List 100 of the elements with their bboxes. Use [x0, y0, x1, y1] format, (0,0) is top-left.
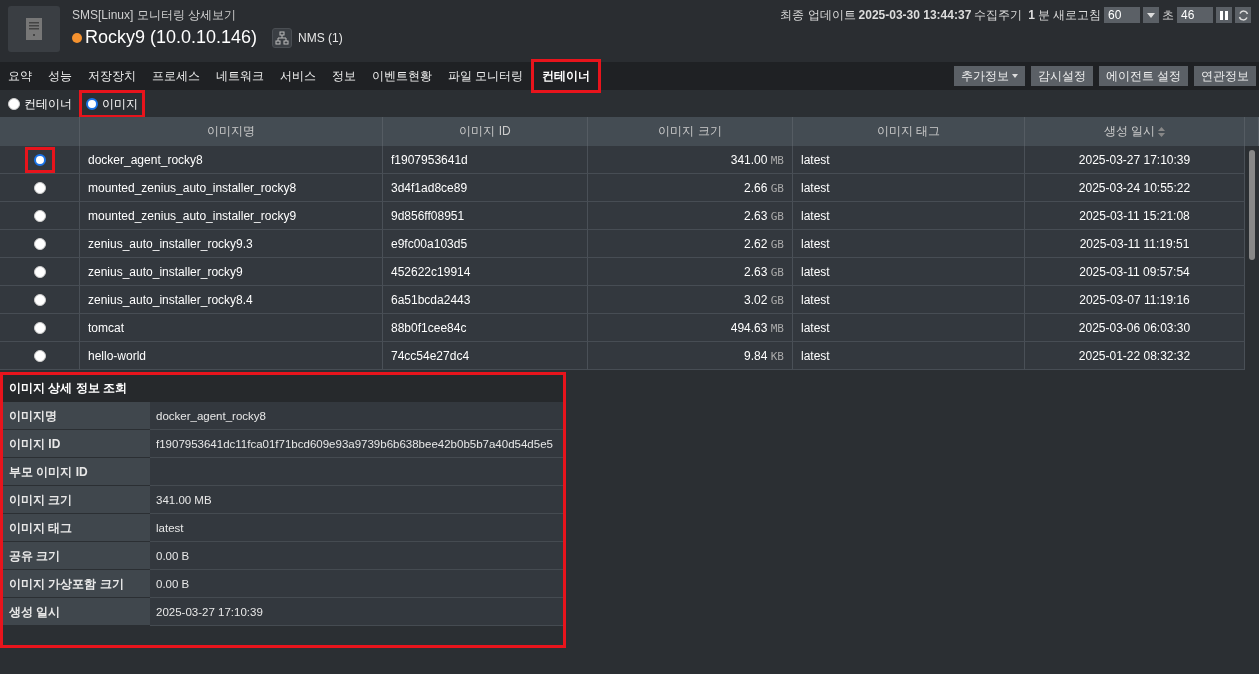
- size-value: 2.62: [744, 237, 768, 251]
- size-unit: KB: [770, 350, 784, 363]
- header-cell: [1245, 117, 1259, 146]
- cycle-unit: 분: [1038, 7, 1050, 24]
- size-unit: GB: [770, 238, 784, 251]
- toolbar-button[interactable]: 감시설정: [1030, 66, 1093, 86]
- size-unit: GB: [770, 210, 784, 223]
- table-cell: latest: [793, 202, 1025, 230]
- table-cell: latest: [793, 230, 1025, 258]
- row-radio[interactable]: [33, 153, 46, 166]
- cycle-value: 1: [1028, 7, 1035, 24]
- refresh-select[interactable]: 60: [1104, 7, 1140, 23]
- pause-icon[interactable]: [1216, 7, 1232, 23]
- toolbar-button[interactable]: 연관정보: [1194, 66, 1256, 86]
- sort-icon[interactable]: [1158, 124, 1166, 138]
- tab[interactable]: 서비스: [272, 62, 324, 90]
- tab[interactable]: 파일 모니터링: [440, 62, 532, 90]
- table-cell: hello-world: [80, 342, 383, 370]
- row-radio[interactable]: [33, 265, 46, 278]
- field-value: 0.00 B: [150, 570, 563, 598]
- column-header[interactable]: 생성 일시: [1025, 117, 1245, 146]
- field-label: 공유 크기: [3, 542, 150, 570]
- tab[interactable]: 성능: [40, 62, 80, 90]
- column-header[interactable]: 이미지명: [80, 117, 383, 146]
- column-header[interactable]: 이미지 ID: [383, 117, 588, 146]
- update-time: 2025-03-30 13:44:37: [858, 7, 972, 24]
- table-cell: 2025-01-22 08:32:32: [1025, 342, 1245, 370]
- size-value: 9.84: [744, 349, 768, 363]
- field-value: f1907953641dc11fca01f71bcd609e93a9739b6b638bee42b0b5b7a40d54d5e5: [150, 430, 563, 458]
- field-label: 이미지명: [3, 402, 150, 430]
- seconds-label: 초: [1162, 7, 1174, 24]
- table-cell: 9d856ff08951: [383, 202, 588, 230]
- tab[interactable]: 네트워크: [208, 62, 272, 90]
- table-cell: latest: [793, 258, 1025, 286]
- field-value: 341.00 MB: [150, 486, 563, 514]
- size-value: 2.63: [744, 209, 768, 223]
- table-cell: mounted_zenius_auto_installer_rocky9: [80, 202, 383, 230]
- row-radio[interactable]: [33, 321, 46, 334]
- cycle-label: 수집주기: [974, 7, 1023, 24]
- server-icon: [8, 6, 60, 52]
- table-cell: zenius_auto_installer_rocky9.3: [80, 230, 383, 258]
- table-cell: 2025-03-24 10:55:22: [1025, 174, 1245, 202]
- table-cell: f1907953641d: [383, 146, 588, 174]
- table-cell: 74cc54e27dc4: [383, 342, 588, 370]
- table-cell: 2025-03-11 15:21:08: [1025, 202, 1245, 230]
- host-title: Rocky9 (10.0.10.146): [85, 26, 258, 49]
- row-radio[interactable]: [33, 209, 46, 222]
- table-cell: 3d4f1ad8ce89: [383, 174, 588, 202]
- size-unit: MB: [770, 154, 784, 167]
- refresh-label: 새로고침: [1053, 7, 1101, 24]
- size-unit: GB: [770, 182, 784, 195]
- table-cell: 2025-03-06 06:03:30: [1025, 314, 1245, 342]
- size-unit: GB: [770, 266, 784, 279]
- table-cell: latest: [793, 286, 1025, 314]
- table-cell: latest: [793, 314, 1025, 342]
- row-radio[interactable]: [33, 349, 46, 362]
- view-radio[interactable]: 컨테이너: [4, 92, 76, 115]
- table-cell: latest: [793, 146, 1025, 174]
- table-cell: docker_agent_rocky8: [80, 146, 383, 174]
- table-cell: 2025-03-07 11:19:16: [1025, 286, 1245, 314]
- caret-icon: [1011, 74, 1018, 78]
- field-label: 이미지 ID: [3, 430, 150, 458]
- refresh-icon[interactable]: [1235, 7, 1251, 23]
- tab[interactable]: 저장장치: [80, 62, 144, 90]
- column-header[interactable]: 이미지 크기: [588, 117, 793, 146]
- field-value: docker_agent_rocky8: [150, 402, 563, 430]
- tab[interactable]: 요약: [0, 62, 40, 90]
- network-icon[interactable]: [272, 27, 293, 48]
- table-cell: latest: [793, 174, 1025, 202]
- table-cell: 2025-03-11 11:19:51: [1025, 230, 1245, 258]
- field-value: 2025-03-27 17:10:39: [150, 598, 563, 626]
- toolbar-button[interactable]: 추가정보: [953, 66, 1025, 86]
- row-radio[interactable]: [33, 237, 46, 250]
- table-cell: 2025-03-27 17:10:39: [1025, 146, 1245, 174]
- field-label: 부모 이미지 ID: [3, 458, 150, 486]
- field-value: 0.00 B: [150, 542, 563, 570]
- toolbar-button[interactable]: 에이전트 설정: [1098, 66, 1188, 86]
- caret-icon[interactable]: [1143, 7, 1159, 23]
- row-radio[interactable]: [33, 181, 46, 194]
- tab[interactable]: 이벤트현황: [364, 62, 440, 90]
- nms-label: NMS (1): [298, 29, 343, 47]
- field-label: 생성 일시: [3, 598, 150, 626]
- panel-title: 이미지 상세 정보 조회: [3, 375, 563, 402]
- page-subtitle: SMS[Linux] 모니터링 상세보기: [72, 7, 238, 24]
- size-unit: GB: [770, 294, 784, 307]
- tab[interactable]: 정보: [324, 62, 364, 90]
- field-label: 이미지 크기: [3, 486, 150, 514]
- tab[interactable]: 프로세스: [144, 62, 208, 90]
- column-header[interactable]: 이미지 태그: [793, 117, 1025, 146]
- table-cell: latest: [793, 342, 1025, 370]
- table-cell: 2025-03-11 09:57:54: [1025, 258, 1245, 286]
- size-value: 494.63: [730, 321, 768, 335]
- size-value: 2.63: [744, 265, 768, 279]
- row-radio[interactable]: [33, 293, 46, 306]
- table-cell: 6a51bcda2443: [383, 286, 588, 314]
- table-cell: 88b0f1cee84c: [383, 314, 588, 342]
- table-cell: 452622c19914: [383, 258, 588, 286]
- size-value: 2.66: [744, 181, 768, 195]
- table-cell: tomcat: [80, 314, 383, 342]
- view-radio[interactable]: 이미지: [82, 92, 142, 115]
